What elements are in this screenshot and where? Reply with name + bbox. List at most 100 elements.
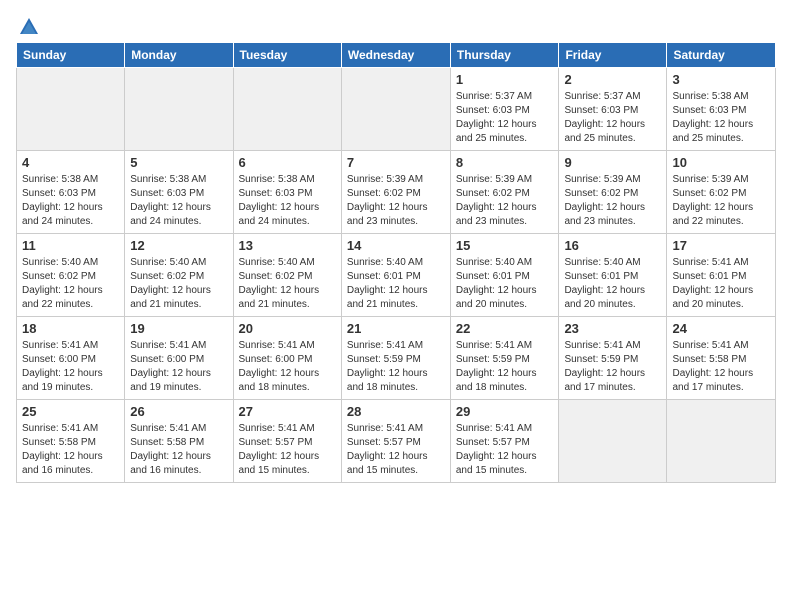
calendar-cell: 4 Sunrise: 5:38 AM Sunset: 6:03 PM Daylig… bbox=[17, 151, 125, 234]
day-info: Sunrise: 5:41 AM Sunset: 5:57 PM Dayligh… bbox=[239, 422, 336, 478]
day-info: Sunrise: 5:41 AM Sunset: 6:00 PM Dayligh… bbox=[239, 339, 336, 395]
weekday-header-sunday: Sunday bbox=[17, 43, 125, 68]
weekday-header-monday: Monday bbox=[125, 43, 233, 68]
day-info: Sunrise: 5:41 AM Sunset: 5:59 PM Dayligh… bbox=[564, 339, 661, 395]
calendar-week-2: 4 Sunrise: 5:38 AM Sunset: 6:03 PM Daylig… bbox=[17, 151, 776, 234]
calendar-cell: 2Sunrise: 5:37 AM Sunset: 6:03 PM Daylig… bbox=[559, 68, 667, 151]
day-number: 23 bbox=[564, 321, 661, 336]
page-header bbox=[16, 16, 776, 34]
day-info: Sunrise: 5:39 AM Sunset: 6:02 PM Dayligh… bbox=[456, 173, 554, 229]
calendar-cell: 13 Sunrise: 5:40 AM Sunset: 6:02 PM Dayli… bbox=[233, 234, 341, 317]
day-info: Sunrise: 5:37 AM Sunset: 6:03 PM Dayligh… bbox=[456, 90, 554, 146]
calendar-cell: 19Sunrise: 5:41 AM Sunset: 6:00 PM Dayli… bbox=[125, 317, 233, 400]
day-info: Sunrise: 5:37 AM Sunset: 6:03 PM Dayligh… bbox=[564, 90, 661, 146]
day-number: 20 bbox=[239, 321, 336, 336]
day-number: 27 bbox=[239, 404, 336, 419]
calendar-cell: 6 Sunrise: 5:38 AM Sunset: 6:03 PM Daylig… bbox=[233, 151, 341, 234]
day-number: 17 bbox=[672, 238, 770, 253]
calendar-cell bbox=[125, 68, 233, 151]
day-info: Sunrise: 5:39 AM Sunset: 6:02 PM Dayligh… bbox=[347, 173, 445, 229]
day-number: 4 bbox=[22, 155, 119, 170]
day-number: 14 bbox=[347, 238, 445, 253]
day-number: 13 bbox=[239, 238, 336, 253]
calendar-cell: 23 Sunrise: 5:41 AM Sunset: 5:59 PM Dayli… bbox=[559, 317, 667, 400]
day-number: 6 bbox=[239, 155, 336, 170]
calendar-cell: 22 Sunrise: 5:41 AM Sunset: 5:59 PM Dayli… bbox=[450, 317, 559, 400]
day-info: Sunrise: 5:39 AM Sunset: 6:02 PM Dayligh… bbox=[564, 173, 661, 229]
day-number: 8 bbox=[456, 155, 554, 170]
day-number: 10 bbox=[672, 155, 770, 170]
day-number: 15 bbox=[456, 238, 554, 253]
weekday-header-tuesday: Tuesday bbox=[233, 43, 341, 68]
calendar-cell: 14 Sunrise: 5:40 AM Sunset: 6:01 PM Dayli… bbox=[341, 234, 450, 317]
calendar-cell bbox=[233, 68, 341, 151]
calendar-week-5: 25 Sunrise: 5:41 AM Sunset: 5:58 PM Dayli… bbox=[17, 400, 776, 483]
calendar-cell: 10 Sunrise: 5:39 AM Sunset: 6:02 PM Dayli… bbox=[667, 151, 776, 234]
day-info: Sunrise: 5:41 AM Sunset: 6:01 PM Dayligh… bbox=[672, 256, 770, 312]
weekday-header-wednesday: Wednesday bbox=[341, 43, 450, 68]
day-info: Sunrise: 5:40 AM Sunset: 6:02 PM Dayligh… bbox=[130, 256, 227, 312]
day-number: 11 bbox=[22, 238, 119, 253]
calendar-cell: 26 Sunrise: 5:41 AM Sunset: 5:58 PM Dayli… bbox=[125, 400, 233, 483]
calendar-cell: 15 Sunrise: 5:40 AM Sunset: 6:01 PM Dayli… bbox=[450, 234, 559, 317]
calendar-cell bbox=[341, 68, 450, 151]
day-number: 21 bbox=[347, 321, 445, 336]
weekday-header-thursday: Thursday bbox=[450, 43, 559, 68]
day-number: 19 bbox=[130, 321, 227, 336]
calendar-cell: 11 Sunrise: 5:40 AM Sunset: 6:02 PM Dayli… bbox=[17, 234, 125, 317]
day-number: 9 bbox=[564, 155, 661, 170]
logo-icon bbox=[18, 16, 40, 38]
day-info: Sunrise: 5:40 AM Sunset: 6:02 PM Dayligh… bbox=[239, 256, 336, 312]
day-info: Sunrise: 5:40 AM Sunset: 6:01 PM Dayligh… bbox=[456, 256, 554, 312]
day-info: Sunrise: 5:41 AM Sunset: 5:58 PM Dayligh… bbox=[672, 339, 770, 395]
day-info: Sunrise: 5:40 AM Sunset: 6:01 PM Dayligh… bbox=[347, 256, 445, 312]
calendar-week-4: 18 Sunrise: 5:41 AM Sunset: 6:00 PM Dayli… bbox=[17, 317, 776, 400]
calendar-cell: 27 Sunrise: 5:41 AM Sunset: 5:57 PM Dayli… bbox=[233, 400, 341, 483]
day-number: 5 bbox=[130, 155, 227, 170]
calendar-cell: 3 Sunrise: 5:38 AM Sunset: 6:03 PM Daylig… bbox=[667, 68, 776, 151]
day-info: Sunrise: 5:40 AM Sunset: 6:01 PM Dayligh… bbox=[564, 256, 661, 312]
day-info: Sunrise: 5:41 AM Sunset: 5:59 PM Dayligh… bbox=[347, 339, 445, 395]
weekday-header-row: SundayMondayTuesdayWednesdayThursdayFrid… bbox=[17, 43, 776, 68]
day-number: 25 bbox=[22, 404, 119, 419]
day-number: 12 bbox=[130, 238, 227, 253]
calendar-cell bbox=[559, 400, 667, 483]
day-number: 28 bbox=[347, 404, 445, 419]
day-info: Sunrise: 5:41 AM Sunset: 5:59 PM Dayligh… bbox=[456, 339, 554, 395]
calendar-cell: 17 Sunrise: 5:41 AM Sunset: 6:01 PM Dayli… bbox=[667, 234, 776, 317]
calendar-cell: 20 Sunrise: 5:41 AM Sunset: 6:00 PM Dayli… bbox=[233, 317, 341, 400]
day-number: 3 bbox=[672, 72, 770, 87]
day-number: 29 bbox=[456, 404, 554, 419]
calendar-cell: 8 Sunrise: 5:39 AM Sunset: 6:02 PM Daylig… bbox=[450, 151, 559, 234]
calendar-cell: 12 Sunrise: 5:40 AM Sunset: 6:02 PM Dayli… bbox=[125, 234, 233, 317]
calendar-table: SundayMondayTuesdayWednesdayThursdayFrid… bbox=[16, 42, 776, 483]
day-number: 7 bbox=[347, 155, 445, 170]
calendar-cell bbox=[667, 400, 776, 483]
calendar-cell: 9 Sunrise: 5:39 AM Sunset: 6:02 PM Daylig… bbox=[559, 151, 667, 234]
calendar-cell: 28Sunrise: 5:41 AM Sunset: 5:57 PM Dayli… bbox=[341, 400, 450, 483]
day-number: 18 bbox=[22, 321, 119, 336]
day-number: 26 bbox=[130, 404, 227, 419]
calendar-cell: 24 Sunrise: 5:41 AM Sunset: 5:58 PM Dayli… bbox=[667, 317, 776, 400]
calendar-cell: 21 Sunrise: 5:41 AM Sunset: 5:59 PM Dayli… bbox=[341, 317, 450, 400]
day-info: Sunrise: 5:38 AM Sunset: 6:03 PM Dayligh… bbox=[130, 173, 227, 229]
calendar-cell bbox=[17, 68, 125, 151]
day-info: Sunrise: 5:41 AM Sunset: 5:58 PM Dayligh… bbox=[130, 422, 227, 478]
logo bbox=[16, 16, 40, 34]
day-info: Sunrise: 5:38 AM Sunset: 6:03 PM Dayligh… bbox=[22, 173, 119, 229]
day-info: Sunrise: 5:41 AM Sunset: 6:00 PM Dayligh… bbox=[22, 339, 119, 395]
day-info: Sunrise: 5:41 AM Sunset: 5:57 PM Dayligh… bbox=[456, 422, 554, 478]
day-number: 1 bbox=[456, 72, 554, 87]
calendar-cell: 7 Sunrise: 5:39 AM Sunset: 6:02 PM Daylig… bbox=[341, 151, 450, 234]
day-number: 24 bbox=[672, 321, 770, 336]
calendar-week-1: 1 Sunrise: 5:37 AM Sunset: 6:03 PM Daylig… bbox=[17, 68, 776, 151]
day-number: 22 bbox=[456, 321, 554, 336]
day-info: Sunrise: 5:38 AM Sunset: 6:03 PM Dayligh… bbox=[672, 90, 770, 146]
day-info: Sunrise: 5:41 AM Sunset: 5:58 PM Dayligh… bbox=[22, 422, 119, 478]
calendar-cell: 16Sunrise: 5:40 AM Sunset: 6:01 PM Dayli… bbox=[559, 234, 667, 317]
weekday-header-saturday: Saturday bbox=[667, 43, 776, 68]
day-info: Sunrise: 5:38 AM Sunset: 6:03 PM Dayligh… bbox=[239, 173, 336, 229]
calendar-cell: 29 Sunrise: 5:41 AM Sunset: 5:57 PM Dayli… bbox=[450, 400, 559, 483]
day-info: Sunrise: 5:39 AM Sunset: 6:02 PM Dayligh… bbox=[672, 173, 770, 229]
day-info: Sunrise: 5:40 AM Sunset: 6:02 PM Dayligh… bbox=[22, 256, 119, 312]
